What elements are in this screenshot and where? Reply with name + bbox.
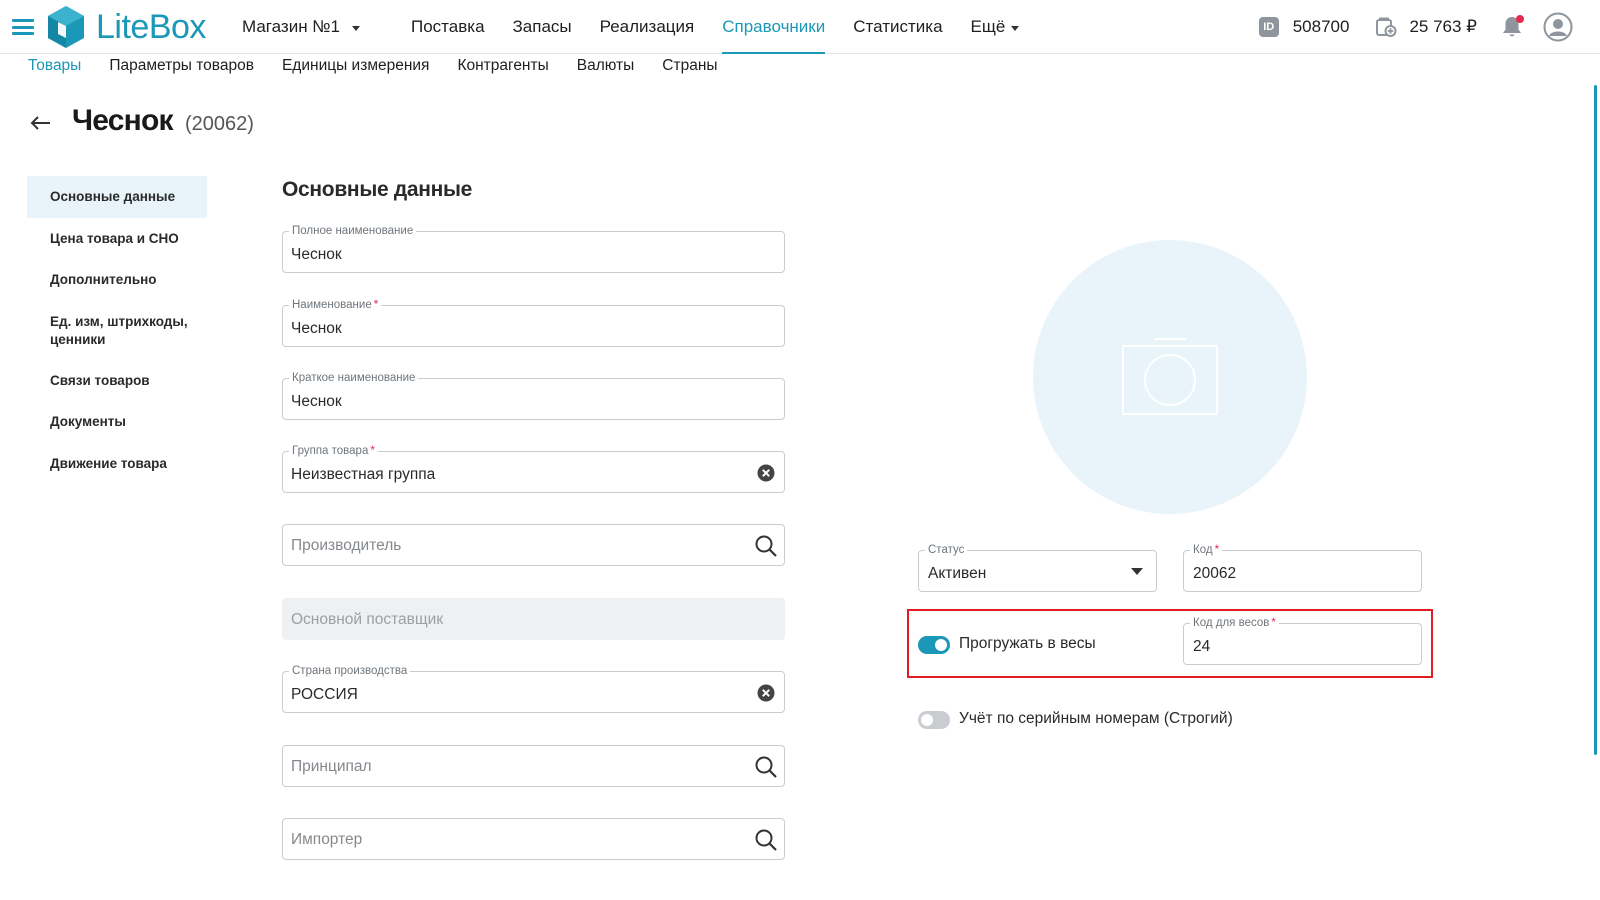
scales-code-field[interactable]: Код для весов * 24 [1183,616,1422,665]
wallet-icon[interactable] [1375,16,1397,38]
code-label: Код * [1190,543,1223,557]
subnav-units[interactable]: Единицы измерения [282,57,429,81]
form-heading: Основные данные [282,178,473,201]
camera-icon [1122,338,1218,415]
nav-statistics[interactable]: Статистика [853,0,942,54]
serial-toggle-label: Учёт по серийным номерам (Строгий) [959,710,1233,727]
section-additional[interactable]: Дополнительно [27,260,207,302]
supplier-placeholder: Основной поставщик [291,611,444,628]
toggle-knob [921,714,933,726]
status-value: Активен [928,565,987,582]
subnav-goods-params[interactable]: Параметры товаров [109,57,254,81]
importer-field[interactable]: Импортер [282,818,785,860]
section-movement[interactable]: Движение товара [27,444,207,486]
back-arrow-icon[interactable] [29,112,53,134]
page-code: (20062) [185,113,254,135]
search-icon[interactable] [754,534,778,558]
section-links[interactable]: Связи товаров [27,360,207,402]
importer-placeholder: Импортер [291,831,363,848]
subnav-goods[interactable]: Товары [28,57,81,81]
nav-stock[interactable]: Запасы [513,0,572,54]
scales-toggle[interactable] [918,636,950,654]
status-label: Статус [925,543,968,557]
account-id: 508700 [1292,17,1350,36]
nav-sales[interactable]: Реализация [600,0,695,54]
chevron-down-icon [1011,26,1020,31]
section-price[interactable]: Цена товара и СНО [27,218,207,260]
nav-delivery[interactable]: Поставка [411,0,485,54]
clear-icon[interactable] [757,464,775,482]
subnav-currencies[interactable]: Валюты [577,57,635,81]
sub-nav: Товары Параметры товаров Единицы измерен… [28,57,746,81]
store-name: Магазин №1 [242,17,340,36]
manufacturer-placeholder: Производитель [291,537,402,554]
short-name-value: Чеснок [291,393,342,410]
group-label: Группа товара * [289,444,378,458]
nav-more[interactable]: Ещё [971,0,1020,54]
principal-field[interactable]: Принципал [282,745,785,787]
serial-toggle[interactable] [918,711,950,729]
group-value: Неизвестная группа [291,466,436,483]
id-icon: ID [1258,17,1279,37]
menu-icon[interactable] [12,19,34,35]
name-value: Чеснок [291,320,342,337]
scrollbar[interactable] [1594,85,1597,755]
country-label: Страна производства [289,664,411,678]
balance: 25 763 ₽ [1409,17,1477,36]
litebox-logo[interactable]: LiteBox [44,4,206,50]
full-name-value: Чеснок [291,246,342,263]
clear-icon[interactable] [757,684,775,702]
supplier-field: Основной поставщик [282,598,785,640]
scales-toggle-label: Прогружать в весы [959,635,1096,652]
product-photo-upload[interactable] [1033,240,1307,514]
store-selector[interactable]: Магазин №1 [242,17,360,37]
litebox-logo-icon [48,6,84,48]
code-field[interactable]: Код * 20062 [1183,543,1422,592]
header-tools: ID 508700 25 763 ₽ [1258,0,1600,54]
full-name-label: Полное наименование [289,224,417,238]
nav-more-label: Ещё [970,17,1006,36]
chevron-down-icon[interactable] [1131,568,1143,575]
chevron-down-icon [352,26,360,31]
search-icon[interactable] [754,828,778,852]
principal-placeholder: Принципал [291,758,372,775]
section-menu: Основные данные Цена товара и СНО Дополн… [27,176,207,486]
scales-code-value: 24 [1193,638,1211,655]
short-name-field[interactable]: Краткое наименование Чеснок [282,371,785,420]
name-field[interactable]: Наименование * Чеснок [282,298,785,347]
nav-directories[interactable]: Справочники [722,0,826,54]
group-field[interactable]: Группа товара * Неизвестная группа [282,444,785,493]
section-units-barcodes[interactable]: Ед. изм, штрихкоды, ценники [27,302,207,360]
toggle-knob [935,639,947,651]
brand-name: LiteBox [96,7,206,46]
code-value: 20062 [1193,565,1237,582]
section-main-data[interactable]: Основные данные [27,176,207,218]
manufacturer-field[interactable]: Производитель [282,524,785,566]
scales-code-label: Код для весов * [1190,616,1279,630]
subnav-counterparties[interactable]: Контрагенты [457,57,548,81]
full-name-field[interactable]: Полное наименование Чеснок [282,224,785,273]
short-name-label: Краткое наименование [289,371,419,385]
subnav-countries[interactable]: Страны [662,57,717,81]
bell-icon[interactable] [1499,14,1525,40]
notification-dot [1516,15,1524,23]
section-documents[interactable]: Документы [27,402,207,444]
user-avatar-icon[interactable] [1543,12,1573,42]
page-title: Чеснок [72,104,174,137]
country-value: РОССИЯ [291,686,358,703]
status-select[interactable]: Статус Активен [918,543,1157,592]
name-label: Наименование * [289,298,382,312]
country-field[interactable]: Страна производства РОССИЯ [282,664,785,713]
main-nav: Поставка Запасы Реализация Справочники С… [411,0,1047,54]
top-bar: LiteBox Магазин №1 Поставка Запасы Реали… [0,0,1600,54]
search-icon[interactable] [754,755,778,779]
